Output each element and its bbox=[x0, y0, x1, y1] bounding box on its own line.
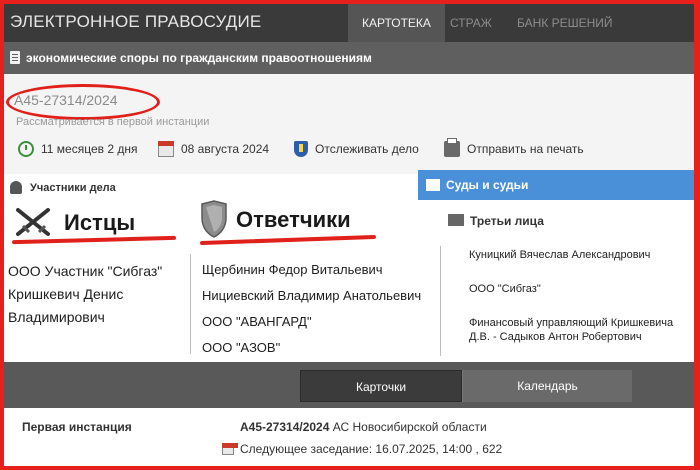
case-duration: 11 месяцев 2 дня bbox=[18, 138, 137, 160]
next-session-text: Следующее заседание: 16.07.2025, 14:00 ,… bbox=[240, 442, 503, 456]
third-party-item[interactable]: Куницкий Вячеслав Александрович bbox=[469, 248, 694, 262]
building-icon bbox=[448, 214, 464, 226]
instance-court: АС Новосибирской области bbox=[329, 420, 487, 434]
plaintiffs-title: Истцы bbox=[64, 210, 136, 235]
track-case-label: Отслеживать дело bbox=[315, 142, 419, 156]
defendant-item[interactable]: ООО "АВАНГАРД" bbox=[202, 310, 434, 334]
printer-icon bbox=[444, 138, 460, 157]
third-party-item[interactable]: ООО "Сибгаз" bbox=[469, 282, 694, 296]
tab-cards[interactable]: Карточки bbox=[300, 370, 462, 402]
plaintiff-item[interactable]: Кришкевич Денис Владимирович bbox=[8, 283, 188, 329]
courthouse-icon bbox=[426, 179, 440, 191]
document-icon bbox=[10, 51, 20, 64]
case-header: А45-27314/2024 Рассматривается в первой … bbox=[4, 74, 694, 174]
track-case-button[interactable]: Отслеживать дело bbox=[294, 138, 419, 160]
print-label: Отправить на печать bbox=[467, 142, 584, 156]
participants-label: Участники дела bbox=[30, 182, 116, 194]
crossed-swords-icon bbox=[16, 208, 50, 236]
instance-label: Первая инстанция bbox=[22, 420, 132, 434]
defendants-list: Щербинин Федор Витальевич Нициевский Вла… bbox=[202, 258, 434, 362]
plaintiffs-list: ООО Участник "Сибгаз" Кришкевич Денис Вл… bbox=[8, 260, 188, 329]
case-status: Рассматривается в первой инстанции bbox=[16, 116, 210, 128]
courts-label: Суды и судьи bbox=[446, 178, 529, 192]
instance-case: А45-27314/2024 АС Новосибирской области bbox=[240, 420, 487, 434]
clock-icon bbox=[18, 141, 34, 157]
print-button[interactable]: Отправить на печать bbox=[444, 138, 584, 160]
tab-calendar[interactable]: Календарь bbox=[462, 370, 632, 402]
nav-kartoteka[interactable]: КАРТОТЕКА bbox=[348, 4, 445, 42]
third-party-item[interactable]: Финансовый управляющий Кришкевича Д.В. -… bbox=[469, 316, 694, 344]
third-parties-list: Куницкий Вячеслав Александрович ООО "Сиб… bbox=[469, 248, 694, 364]
instance-case-number[interactable]: А45-27314/2024 bbox=[240, 420, 329, 434]
nav-strazh[interactable]: СТРАЖ bbox=[450, 4, 492, 42]
app-frame: ЭЛЕКТРОННОЕ ПРАВОСУДИЕ КАРТОТЕКА СТРАЖ Б… bbox=[4, 4, 694, 466]
plaintiff-item[interactable]: ООО Участник "Сибгаз" bbox=[8, 260, 188, 283]
participants-header: Участники дела bbox=[4, 174, 418, 202]
column-divider bbox=[190, 254, 191, 354]
next-session: Следующее заседание: 16.07.2025, 14:00 ,… bbox=[222, 442, 502, 456]
calendar-icon bbox=[222, 443, 238, 455]
brand-title[interactable]: ЭЛЕКТРОННОЕ ПРАВОСУДИЕ bbox=[10, 12, 261, 32]
nav-bank-resheniy[interactable]: БАНК РЕШЕНИЙ bbox=[517, 4, 613, 42]
top-navigation: ЭЛЕКТРОННОЕ ПРАВОСУДИЕ КАРТОТЕКА СТРАЖ Б… bbox=[4, 4, 694, 42]
category-bar: экономические споры по гражданским право… bbox=[4, 42, 694, 74]
column-divider bbox=[440, 246, 441, 356]
defendant-item[interactable]: ООО "АЗОВ" bbox=[202, 336, 434, 360]
defendants-title: Ответчики bbox=[236, 207, 351, 232]
person-icon bbox=[10, 181, 22, 194]
highlight-oval bbox=[6, 84, 160, 120]
courts-judges-tab[interactable]: Суды и судьи bbox=[418, 170, 694, 200]
shield-icon bbox=[294, 141, 308, 157]
defendant-item[interactable]: Нициевский Владимир Анатольевич bbox=[202, 284, 434, 308]
case-date: 08 августа 2024 bbox=[158, 138, 269, 160]
third-parties-title: Третьи лица bbox=[470, 214, 544, 228]
duration-text: 11 месяцев 2 дня bbox=[41, 142, 138, 156]
category-label: экономические споры по гражданским право… bbox=[26, 51, 372, 65]
date-text: 08 августа 2024 bbox=[181, 142, 270, 156]
defendant-item[interactable]: Щербинин Федор Витальевич bbox=[202, 258, 434, 282]
shield-icon bbox=[201, 200, 227, 238]
calendar-icon bbox=[158, 141, 174, 157]
bottom-tab-bar: Карточки Календарь bbox=[4, 362, 694, 408]
